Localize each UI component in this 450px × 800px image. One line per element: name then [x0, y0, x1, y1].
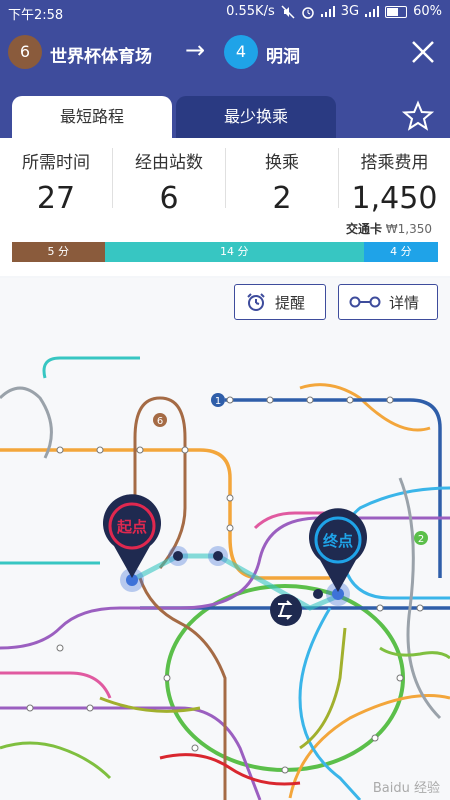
watermark: Baidu 经验	[372, 781, 440, 796]
card-fee-value: ₩1,350	[385, 222, 432, 236]
stat-time-value: 27	[36, 181, 76, 216]
destination-station[interactable]: 明洞	[266, 42, 300, 67]
transfer-icon[interactable]	[270, 594, 302, 626]
line-green-east	[379, 646, 450, 660]
stat-transfers: 换乘 2	[226, 138, 338, 218]
network-type: 3G	[340, 4, 360, 19]
details-button[interactable]: 详情	[338, 284, 438, 320]
origin-line-badge: 6	[8, 35, 42, 69]
card-fee-label: 交通卡	[345, 222, 382, 236]
line-green-west	[0, 741, 112, 780]
stat-time: 所需时间 27	[0, 138, 112, 218]
signal-icon	[320, 6, 335, 17]
details-label: 详情	[389, 293, 420, 312]
end-label: 终点	[323, 532, 353, 550]
line-1-badge-text: 1	[215, 396, 221, 407]
line-grey	[0, 386, 53, 459]
line-4-lightblue-south	[298, 607, 362, 800]
stat-stations-label: 经由站数	[135, 153, 203, 173]
status-right: 0.55K/s 3G 60%	[226, 4, 442, 19]
mute-icon	[281, 4, 295, 19]
stat-fare-label: 搭乘费用	[360, 153, 429, 173]
start-label: 起点	[116, 518, 147, 536]
stat-stations: 经由站数 6	[113, 138, 225, 218]
alarm-clock-icon	[247, 293, 265, 311]
status-time: 下午2:58	[8, 8, 64, 23]
origin-station[interactable]: 世界杯体育场	[50, 42, 152, 67]
battery-icon	[385, 5, 408, 18]
status-bar: 下午2:58 0.55K/s 3G 60%	[0, 0, 450, 24]
route-summary: 所需时间 27 经由站数 6 换乘 2 搭乘费用 1,450 交通卡 ₩1,35…	[0, 138, 450, 276]
line-6-brown-south	[138, 577, 227, 800]
route-stop	[313, 589, 323, 599]
network-speed: 0.55K/s	[226, 4, 275, 19]
travel-segment: 4 分	[363, 242, 438, 262]
route-stop	[213, 551, 223, 561]
stat-transfers-label: 换乘	[265, 153, 299, 173]
line-olive	[299, 627, 347, 750]
tab-fewest-transfers[interactable]: 最少换乘	[176, 96, 336, 138]
line-6-badge-text: 6	[157, 416, 163, 427]
close-icon[interactable]	[410, 39, 436, 65]
route-dots-icon	[349, 296, 381, 308]
star-icon[interactable]	[402, 100, 434, 132]
stat-fare: 搭乘费用 1,450	[339, 138, 450, 218]
line-2-badge-text: 2	[418, 534, 424, 545]
line-pink-west	[0, 671, 112, 699]
travel-segment: 14 分	[104, 242, 364, 262]
tab-shortest[interactable]: 最短路程	[12, 96, 172, 138]
alarm-icon	[301, 6, 314, 19]
route-tabs: 最短路程 最少换乘	[0, 80, 450, 138]
stat-transfers-value: 2	[272, 181, 292, 216]
reminder-button[interactable]: 提醒	[234, 284, 326, 320]
line-airport-teal	[42, 356, 140, 379]
subway-map-canvas[interactable]: 1 6 2 起点 终点	[0, 278, 450, 800]
battery-percent: 60%	[413, 4, 442, 19]
signal-icon-2	[365, 6, 380, 17]
route-path	[130, 553, 339, 611]
stat-stations-value: 6	[159, 181, 179, 216]
stat-fare-value: 1,450	[351, 181, 438, 216]
card-fee: 交通卡 ₩1,350	[346, 220, 432, 237]
destination-line-badge: 4	[224, 35, 258, 69]
route-stop	[173, 551, 183, 561]
line-3-orange-north	[299, 383, 431, 432]
reminder-label: 提醒	[275, 293, 306, 312]
travel-segment: 5 分	[12, 242, 105, 262]
route-header: 6 世界杯体育场 → 4 明洞	[0, 24, 450, 80]
subway-map[interactable]: 1 6 2 起点 终点 提醒 详情 Baidu 经验	[0, 278, 450, 800]
direction-arrow: →	[185, 36, 206, 64]
travel-time-bar: 5 分 14 分4 分	[12, 242, 438, 262]
stat-time-label: 所需时间	[22, 153, 90, 173]
